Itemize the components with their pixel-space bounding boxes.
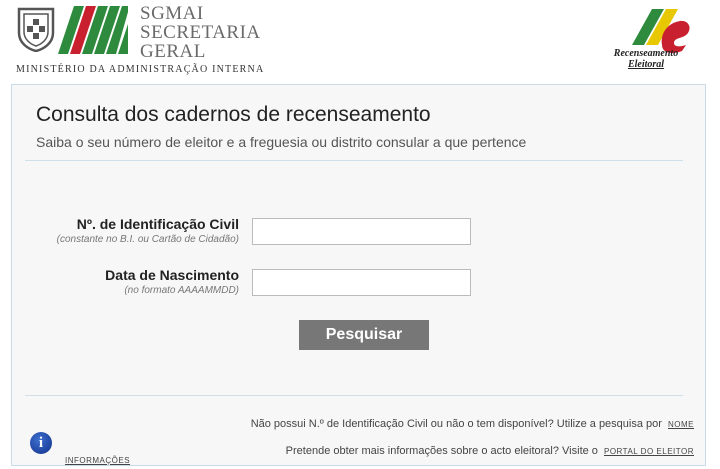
birth-date-input[interactable] [252, 269, 471, 296]
info-link-wrap: Informações [62, 450, 130, 468]
organization-name: SGMAI SECRETARIA GERAL [140, 4, 261, 61]
no-id-text: Não possui N.º de Identificação Civil ou… [250, 418, 662, 430]
more-info-notice: Pretende obter mais informações sobre o … [286, 445, 694, 457]
id-label: Nº. de Identificação Civil [76, 216, 239, 232]
divider [25, 160, 683, 161]
page-header: SGMAI SECRETARIA GERAL MINISTÉRIO DA ADM… [0, 0, 720, 82]
org-line: GERAL [140, 41, 206, 62]
id-hint: (constante no B.I. ou Cartão de Cidadão) [56, 234, 239, 245]
divider [25, 395, 683, 396]
org-line: SECRETARIA [140, 22, 261, 43]
search-by-name-link[interactable]: Nome [668, 420, 694, 429]
recenseamento-logo-text: Recenseamento Eleitoral [602, 48, 690, 70]
org-line: SGMAI [140, 3, 204, 24]
page-subtitle: Saiba o seu número de eleitor e a fregue… [36, 134, 527, 150]
search-button[interactable]: Pesquisar [299, 320, 429, 350]
dob-hint: (no formato AAAAMMDD) [124, 285, 239, 296]
info-icon[interactable]: i [30, 432, 52, 454]
id-label-group: Nº. de Identificação Civil (constante no… [57, 216, 239, 245]
informacoes-link[interactable]: Informações [65, 456, 130, 465]
dob-label: Data de Nascimento [105, 267, 239, 283]
recen-line: Eleitoral [627, 59, 665, 70]
id-number-input[interactable] [252, 218, 471, 245]
more-info-text: Pretende obter mais informações sobre o … [285, 445, 598, 457]
page-title: Consulta dos cadernos de recenseamento [36, 103, 431, 126]
recen-line: Recenseamento [613, 48, 679, 59]
search-panel: Consulta dos cadernos de recenseamento S… [11, 84, 706, 466]
ministry-name: MINISTÉRIO DA ADMINISTRAÇÃO INTERNA [16, 64, 265, 75]
dob-label-group: Data de Nascimento (no formato AAAAMMDD) [105, 267, 239, 296]
no-id-notice: Não possui N.º de Identificação Civil ou… [251, 418, 694, 430]
portal-do-eleitor-link[interactable]: Portal do Eleitor [604, 447, 694, 456]
portugal-coat-of-arms-icon [17, 7, 55, 52]
sgmai-logo-icon [58, 6, 128, 54]
